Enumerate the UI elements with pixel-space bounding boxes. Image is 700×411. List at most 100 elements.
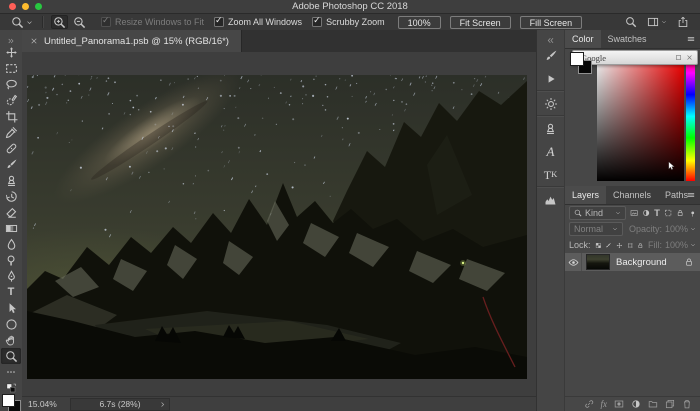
color-panel-swatches[interactable]	[569, 51, 595, 77]
zoom-out-button[interactable]	[71, 15, 88, 29]
workspace-icon	[647, 16, 659, 28]
restore-icon[interactable]	[675, 54, 682, 61]
link-layers-button[interactable]	[584, 399, 594, 409]
status-zoom-level[interactable]: 15.04%	[28, 399, 70, 409]
filter-shape-layers-icon[interactable]	[664, 208, 672, 218]
filter-adjustment-layers-icon[interactable]	[642, 208, 650, 218]
tool-preset-picker[interactable]	[11, 16, 33, 29]
lock-position-icon[interactable]	[616, 241, 623, 250]
blend-mode-dropdown[interactable]: Normal	[569, 222, 623, 236]
ellipse-shape-tool[interactable]	[1, 316, 21, 332]
close-icon[interactable]	[686, 54, 693, 61]
path-selection-tool[interactable]	[1, 300, 21, 316]
brush-settings-icon	[544, 49, 558, 63]
hue-slider[interactable]	[686, 54, 695, 181]
brush-tool[interactable]	[1, 156, 21, 172]
healing-brush-tool[interactable]	[1, 140, 21, 156]
zoom-all-windows-checkbox[interactable]: Zoom All Windows	[214, 17, 302, 27]
dodge-tool[interactable]	[1, 252, 21, 268]
layers-filter-row: Kind T	[565, 205, 700, 221]
move-tool[interactable]	[1, 44, 21, 60]
divider	[581, 253, 582, 271]
quick-selection-tool[interactable]	[1, 92, 21, 108]
filter-kind-dropdown[interactable]: Kind	[569, 206, 626, 220]
type-tool[interactable]: T	[1, 284, 21, 300]
zoom-100-button[interactable]: 100%	[398, 16, 441, 29]
document-image	[27, 75, 527, 379]
character-styles-panel-button[interactable]: A	[537, 140, 564, 163]
dock-collapse[interactable]	[546, 30, 555, 44]
adjustments-panel-button[interactable]	[537, 92, 564, 115]
fill-value[interactable]: 100%	[665, 240, 696, 250]
foreground-color-swatch[interactable]	[570, 52, 584, 66]
zoom-tool[interactable]	[1, 348, 21, 364]
panel-menu-icon[interactable]	[686, 190, 696, 200]
lock-transparency-icon[interactable]	[595, 241, 602, 250]
layer-row-background[interactable]: Background	[565, 253, 700, 271]
eyedropper-tool[interactable]	[1, 124, 21, 140]
type-icon: T	[8, 287, 15, 298]
add-mask-button[interactable]	[614, 399, 624, 409]
histogram-panel-button[interactable]	[537, 188, 564, 211]
layers-panel: Layers Channels Paths Kind T	[565, 186, 700, 411]
eraser-tool[interactable]	[1, 204, 21, 220]
marquee-tool[interactable]	[1, 60, 21, 76]
status-info[interactable]: 6.7s (28%)	[70, 398, 170, 411]
layer-thumbnail[interactable]	[586, 254, 610, 270]
crop-tool[interactable]	[1, 108, 21, 124]
blur-tool[interactable]	[1, 236, 21, 252]
panel-menu-icon[interactable]	[686, 34, 696, 44]
document-tab[interactable]: Untitled_Panorama1.psb @ 15% (RGB/16*)	[22, 30, 242, 52]
move-icon	[5, 46, 18, 59]
filter-type-layers-icon[interactable]: T	[654, 208, 660, 219]
layer-style-button[interactable]: fx	[601, 400, 608, 409]
lock-all-icon[interactable]	[637, 241, 644, 250]
edit-toolbar-button[interactable]	[1, 364, 21, 380]
lasso-icon	[5, 78, 18, 91]
layer-lock-icon	[684, 257, 694, 267]
default-colors-button[interactable]	[6, 381, 17, 392]
lasso-tool[interactable]	[1, 76, 21, 92]
tab-channels[interactable]: Channels	[606, 186, 658, 204]
foreground-color-swatch[interactable]	[2, 394, 15, 407]
filter-smart-objects-icon[interactable]	[676, 208, 684, 218]
chevron-right-icon[interactable]	[159, 401, 166, 408]
delete-layer-button[interactable]	[682, 399, 692, 409]
fill-screen-button[interactable]: Fill Screen	[520, 16, 583, 29]
share-icon[interactable]	[677, 16, 689, 28]
lock-pixels-icon[interactable]	[605, 241, 612, 250]
canvas-area[interactable]	[22, 52, 536, 397]
lock-artboard-icon[interactable]	[627, 241, 634, 250]
checkbox-box	[101, 17, 111, 27]
tab-close-icon[interactable]	[30, 37, 38, 45]
layer-visibility-toggle[interactable]	[565, 257, 581, 268]
workspace-switcher[interactable]	[647, 16, 667, 28]
opacity-value[interactable]: 100%	[665, 224, 696, 234]
zoom-in-button[interactable]	[51, 15, 68, 29]
color-swatch-control[interactable]	[1, 393, 21, 411]
layers-panel-footer: fx	[565, 396, 700, 411]
glyphs-panel-button[interactable]: TK	[537, 163, 564, 186]
tab-color[interactable]: Color	[565, 30, 601, 48]
toolbar-collapse[interactable]	[7, 32, 15, 42]
resize-windows-checkbox[interactable]: Resize Windows to Fit	[101, 17, 204, 27]
hand-tool[interactable]	[1, 332, 21, 348]
clone-source-panel-button[interactable]	[537, 117, 564, 140]
brush-settings-panel-button[interactable]	[537, 44, 564, 67]
tab-layers[interactable]: Layers	[565, 186, 606, 204]
pen-tool[interactable]	[1, 268, 21, 284]
clone-stamp-tool[interactable]	[1, 172, 21, 188]
filter-toggle-icon[interactable]	[689, 209, 696, 218]
gradient-tool[interactable]	[1, 220, 21, 236]
tab-swatches[interactable]: Swatches	[601, 30, 654, 48]
scrubby-zoom-checkbox[interactable]: Scrubby Zoom	[312, 17, 385, 27]
new-layer-button[interactable]	[665, 399, 675, 409]
new-group-button[interactable]	[648, 399, 658, 409]
actions-panel-button[interactable]	[537, 67, 564, 90]
adjustment-layer-button[interactable]	[631, 399, 641, 409]
filter-pixel-layers-icon[interactable]	[630, 208, 638, 218]
search-icon[interactable]	[625, 16, 637, 28]
history-brush-tool[interactable]	[1, 188, 21, 204]
fit-screen-button[interactable]: Fit Screen	[450, 16, 511, 29]
dodge-icon	[5, 254, 18, 267]
